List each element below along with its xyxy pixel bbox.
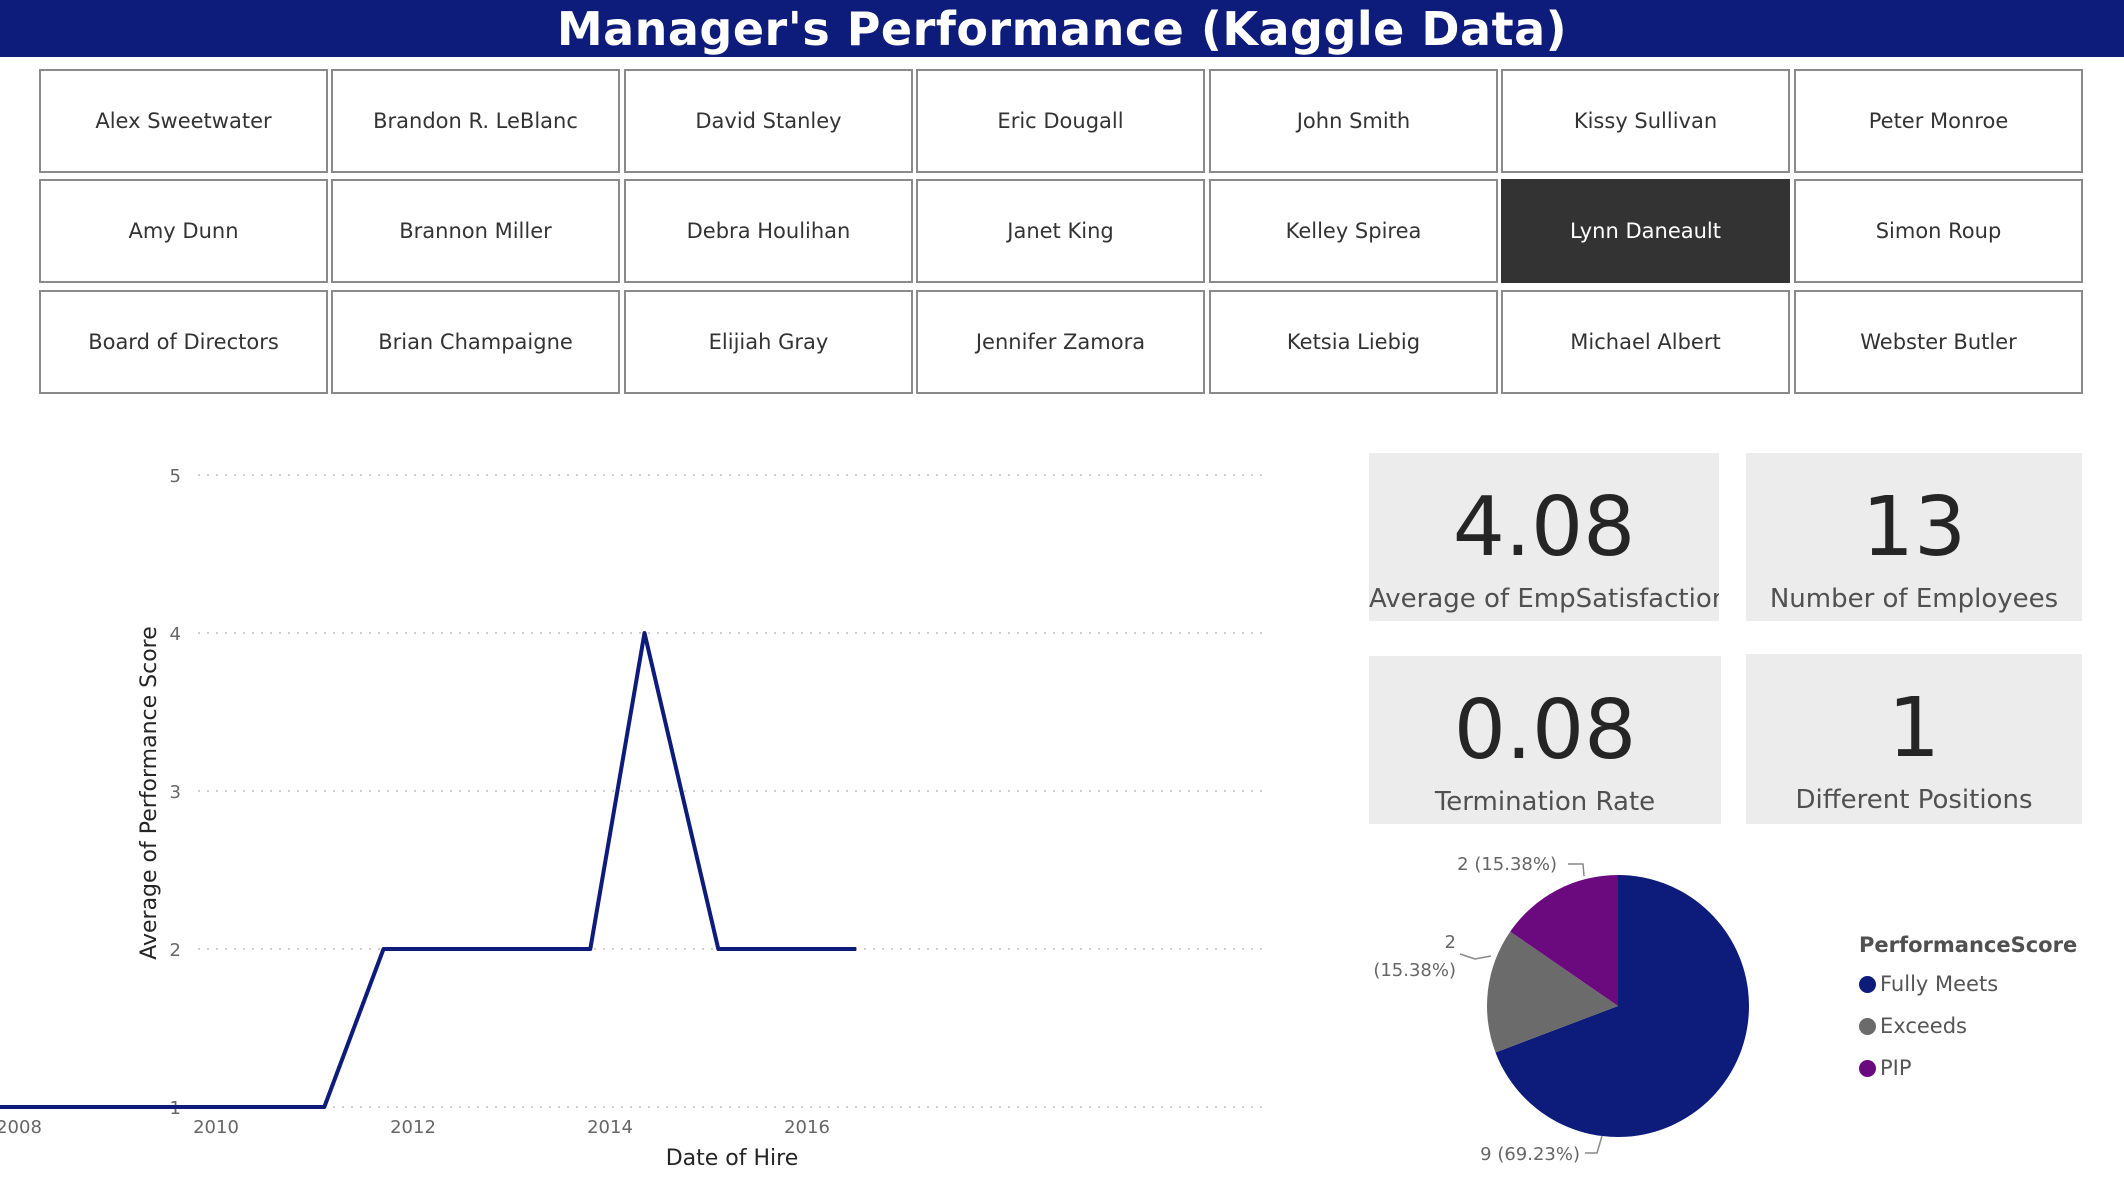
- legend-title: PerformanceScore: [1859, 933, 2078, 957]
- x-tick-label: 2012: [390, 1117, 436, 1138]
- manager-tile[interactable]: Michael Albert: [1501, 290, 1790, 394]
- termination-rate-value: 0.08: [1453, 683, 1637, 778]
- line-series: [0, 631, 857, 1109]
- manager-tile[interactable]: Lynn Daneault: [1501, 179, 1790, 283]
- manager-tile[interactable]: Eric Dougall: [916, 69, 1205, 173]
- manager-tile[interactable]: David Stanley: [624, 69, 913, 173]
- manager-tile[interactable]: Kelley Spirea: [1209, 179, 1498, 283]
- y-axis-ticks: 12345: [170, 466, 181, 1119]
- pie-data-label: (15.38%): [1373, 960, 1456, 981]
- y-tick-label: 4: [170, 624, 181, 645]
- x-tick-label: 2010: [193, 1117, 239, 1138]
- manager-tile[interactable]: Webster Butler: [1794, 290, 2083, 394]
- y-tick-label: 3: [170, 782, 181, 803]
- avg-satisfaction-value: 4.08: [1452, 480, 1636, 575]
- manager-tile[interactable]: Debra Houlihan: [624, 179, 913, 283]
- x-axis-label: Date of Hire: [666, 1146, 799, 1171]
- x-tick-label: 2008: [0, 1117, 42, 1138]
- performance-line: [0, 631, 857, 1109]
- legend-item[interactable]: Fully Meets: [1859, 963, 2109, 1005]
- legend-item[interactable]: PIP: [1859, 1047, 2109, 1089]
- pie-leader-line: [1459, 953, 1492, 960]
- pie-data-label: 2 (15.38%): [1457, 854, 1557, 875]
- manager-tile[interactable]: Peter Monroe: [1794, 69, 2083, 173]
- legend-item-label: Exceeds: [1880, 1014, 1967, 1038]
- positions-label: Different Positions: [1795, 785, 2033, 815]
- pie-data-label: 9 (69.23%): [1480, 1144, 1580, 1165]
- num-employees-card: 13 Number of Employees: [1746, 453, 2082, 621]
- pie-data-label: 2: [1445, 932, 1456, 953]
- manager-tile[interactable]: Alex Sweetwater: [39, 69, 328, 173]
- manager-tile[interactable]: Board of Directors: [39, 290, 328, 394]
- legend-item[interactable]: Exceeds: [1859, 1005, 2109, 1047]
- manager-tile[interactable]: Janet King: [916, 179, 1205, 283]
- manager-tile[interactable]: Simon Roup: [1794, 179, 2083, 283]
- legend-dot-icon: [1859, 975, 1876, 993]
- termination-rate-card: 0.08 Termination Rate: [1369, 656, 1721, 824]
- termination-rate-label: Termination Rate: [1434, 787, 1656, 817]
- x-tick-label: 2016: [784, 1117, 830, 1138]
- x-tick-label: 2014: [587, 1117, 633, 1138]
- positions-value: 1: [1887, 681, 1941, 776]
- pie-chart: 9 (69.23%) 2 (15.38%) 2 (15.38%): [1373, 854, 1749, 1165]
- legend-items: Fully Meets Exceeds PIP: [1859, 963, 2109, 1089]
- manager-tile[interactable]: John Smith: [1209, 69, 1498, 173]
- manager-tile[interactable]: Jennifer Zamora: [916, 290, 1205, 394]
- avg-satisfaction-label: Average of EmpSatisfaction: [1369, 584, 1719, 614]
- avg-satisfaction-card: 4.08 Average of EmpSatisfaction: [1369, 453, 1719, 621]
- manager-tile[interactable]: Amy Dunn: [39, 179, 328, 283]
- manager-tile[interactable]: Elijiah Gray: [624, 290, 913, 394]
- x-axis-ticks: 2008 2010 2012 2014 2016: [0, 1117, 830, 1138]
- line-chart: 12345 2008 2010 2012 2014 2016 Date of Hire …: [0, 466, 1268, 1171]
- y-tick-label: 2: [170, 940, 181, 961]
- manager-tile[interactable]: Brandon R. LeBlanc: [331, 69, 620, 173]
- legend-item-label: PIP: [1880, 1056, 1912, 1080]
- y-axis-label: Average of Performance Score: [137, 626, 162, 960]
- legend-dot-icon: [1859, 1017, 1876, 1035]
- manager-slicer: Alex Sweetwater Brandon R. LeBlanc David S…: [0, 0, 2124, 400]
- positions-card: 1 Different Positions: [1746, 654, 2082, 824]
- pie-slices: [1486, 875, 1749, 1137]
- manager-tile[interactable]: Ketsia Liebig: [1209, 290, 1498, 394]
- pie-legend: PerformanceScore Fully Meets Exceeds PIP: [1859, 931, 2109, 1089]
- manager-tile[interactable]: Brannon Miller: [331, 179, 620, 283]
- legend-dot-icon: [1859, 1059, 1876, 1077]
- legend-item-label: Fully Meets: [1880, 972, 1999, 996]
- manager-tile[interactable]: Brian Champaigne: [331, 290, 620, 394]
- num-employees-label: Number of Employees: [1769, 584, 2059, 614]
- pie-leader-line: [1568, 863, 1585, 877]
- num-employees-value: 13: [1861, 480, 1967, 575]
- manager-tile[interactable]: Kissy Sullivan: [1501, 69, 1790, 173]
- pie-leader-line: [1585, 1135, 1603, 1154]
- y-tick-label: 5: [170, 466, 181, 487]
